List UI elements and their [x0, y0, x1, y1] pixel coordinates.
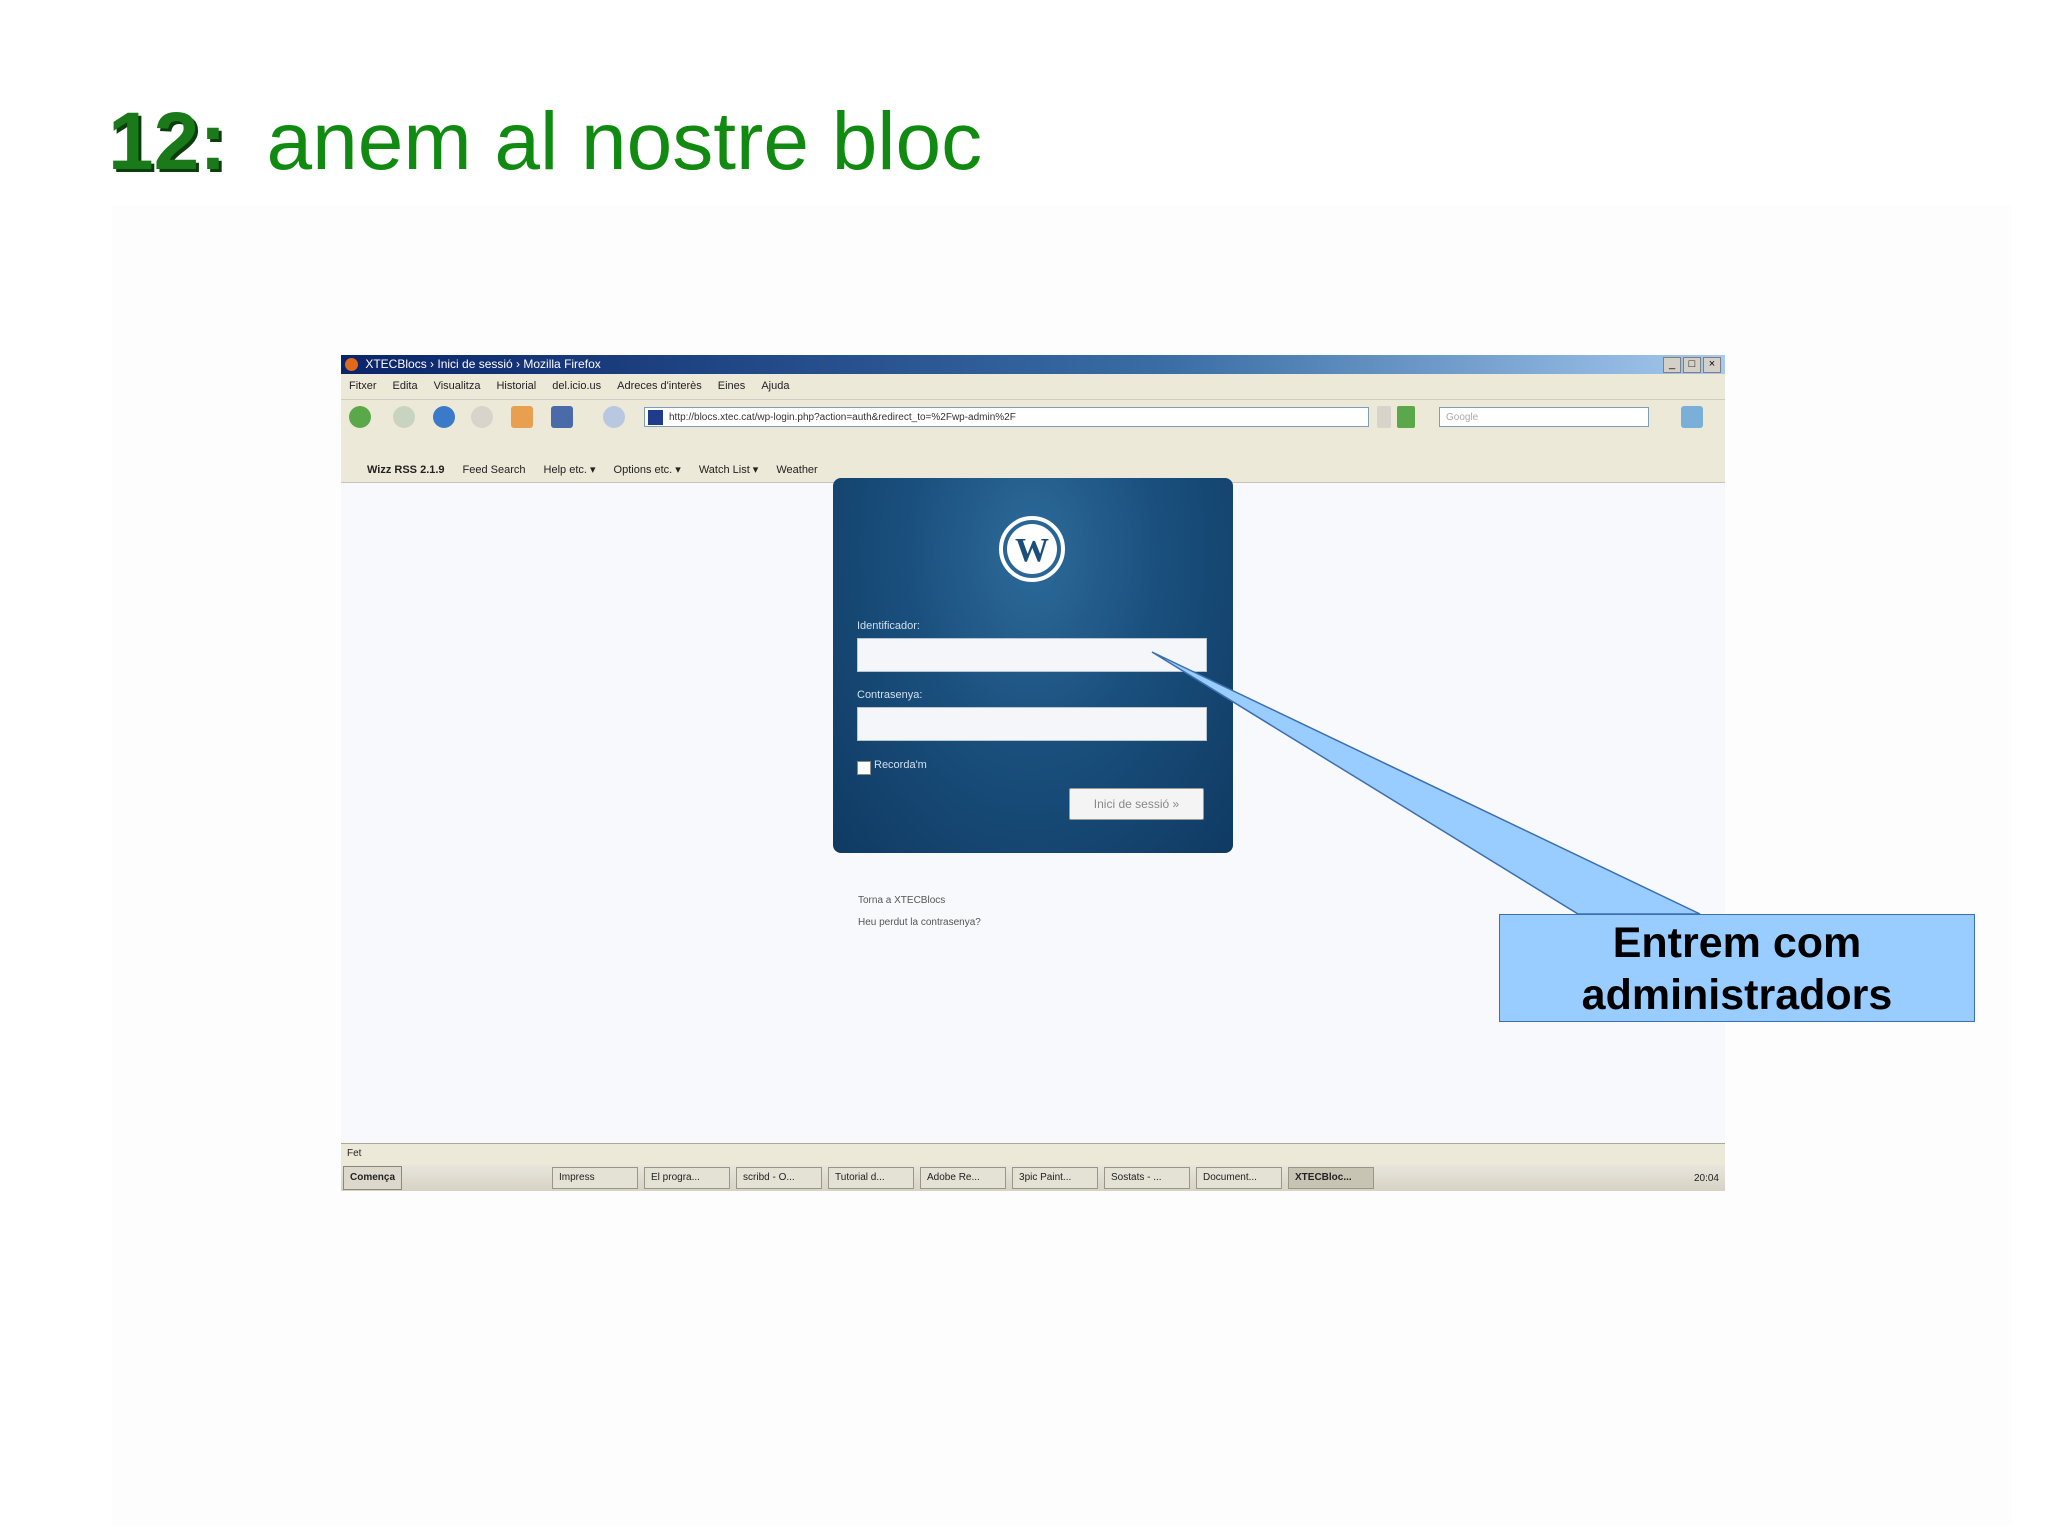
lost-password-link[interactable]: Heu perdut la contrasenya? [858, 917, 981, 928]
back-to-site-link[interactable]: Torna a XTECBlocs [858, 895, 945, 906]
task-button[interactable]: Tutorial d... [828, 1167, 915, 1189]
task-button[interactable]: Sostats - ... [1104, 1167, 1191, 1189]
start-button[interactable]: Comença [343, 1166, 403, 1190]
username-field[interactable] [857, 638, 1207, 672]
forward-icon[interactable] [393, 406, 415, 428]
page-content: W Identificador: Contrasenya: Recorda'm … [341, 478, 1725, 1143]
rss-help[interactable]: Help etc. ▾ [544, 457, 596, 482]
go-icon[interactable] [1397, 406, 1415, 428]
rss-weather[interactable]: Weather [776, 457, 817, 482]
password-field[interactable] [857, 707, 1207, 741]
reload-icon[interactable] [433, 406, 455, 428]
browser-screenshot: XTECBlocs › Inici de sessió › Mozilla Fi… [341, 355, 1725, 1191]
menu-item-help[interactable]: Ajuda [761, 374, 789, 399]
home-icon[interactable] [511, 406, 533, 428]
task-button-active[interactable]: XTECBloc... [1288, 1167, 1375, 1189]
window-controls: _ □ × [1663, 357, 1721, 373]
maximize-button[interactable]: □ [1683, 357, 1701, 373]
addon-icon[interactable] [1681, 406, 1703, 428]
navigation-toolbar: http://blocs.xtec.cat/wp-login.php?actio… [341, 399, 1725, 434]
rss-feed-search[interactable]: Feed Search [463, 457, 526, 482]
rss-feed-icon[interactable] [603, 406, 625, 428]
system-tray-clock: 20:04 [1693, 1172, 1719, 1184]
password-label: Contrasenya: [857, 689, 923, 701]
bookmarks-toolbar [341, 433, 1725, 457]
window-titlebar: XTECBlocs › Inici de sessió › Mozilla Fi… [341, 355, 1725, 374]
address-bar[interactable]: http://blocs.xtec.cat/wp-login.php?actio… [644, 407, 1369, 427]
wordpress-logo-icon: W [999, 516, 1065, 582]
bookmark-icon[interactable] [551, 406, 573, 428]
task-button[interactable]: El progra... [644, 1167, 731, 1189]
login-submit-button[interactable]: Inici de sessió » [1069, 788, 1204, 820]
task-button[interactable]: scribd - O... [736, 1167, 823, 1189]
menu-item-delicious[interactable]: del.icio.us [552, 374, 601, 399]
remember-checkbox[interactable] [857, 761, 871, 775]
slide-number: 12: [108, 96, 227, 187]
status-bar: Fet [341, 1143, 1725, 1165]
rss-watch-list[interactable]: Watch List ▾ [699, 457, 759, 482]
site-favicon [648, 410, 663, 425]
slide-title-text: anem al nostre bloc [266, 96, 983, 187]
firefox-icon [345, 358, 358, 372]
rss-options[interactable]: Options etc. ▾ [614, 457, 681, 482]
menu-item-history[interactable]: Historial [496, 374, 536, 399]
stop-icon[interactable] [471, 406, 493, 428]
remember-label: Recorda'm [874, 759, 927, 771]
task-button[interactable]: Document... [1196, 1167, 1283, 1189]
minimize-button[interactable]: _ [1663, 357, 1681, 373]
close-button[interactable]: × [1703, 357, 1721, 373]
menu-item-bookmarks[interactable]: Adreces d'interès [617, 374, 702, 399]
url-dropdown-icon[interactable] [1377, 406, 1391, 428]
window-title: XTECBlocs › Inici de sessió › Mozilla Fi… [365, 357, 601, 371]
menu-item-file[interactable]: Fitxer [349, 374, 377, 399]
windows-taskbar: Comença Impress El progra... scribd - O.… [341, 1165, 1725, 1191]
back-icon[interactable] [349, 406, 371, 428]
search-placeholder: Google [1446, 412, 1479, 423]
menu-bar: Fitxer Edita Visualitza Historial del.ic… [341, 374, 1725, 399]
task-button-impress[interactable]: Impress [552, 1167, 639, 1189]
login-panel: W Identificador: Contrasenya: Recorda'm … [833, 478, 1233, 853]
rss-toolbar-title[interactable]: Wizz RSS 2.1.9 [367, 457, 445, 482]
menu-item-tools[interactable]: Eines [718, 374, 746, 399]
menu-item-view[interactable]: Visualitza [434, 374, 481, 399]
svg-text:W: W [1015, 532, 1049, 569]
callout-line-1: Entrem com [1612, 919, 1862, 967]
task-button[interactable]: Adobe Re... [920, 1167, 1007, 1189]
address-url: http://blocs.xtec.cat/wp-login.php?actio… [669, 412, 1016, 423]
username-label: Identificador: [857, 620, 920, 632]
callout-line-2: administradors [1581, 971, 1893, 1019]
task-button[interactable]: 3pic Paint... [1012, 1167, 1099, 1189]
menu-item-edit[interactable]: Edita [393, 374, 418, 399]
callout-box: Entrem com administradors [1499, 914, 1975, 1022]
search-input[interactable]: Google [1439, 407, 1649, 427]
slide-title: 12: anem al nostre bloc [108, 92, 982, 192]
status-text: Fet [347, 1148, 362, 1159]
